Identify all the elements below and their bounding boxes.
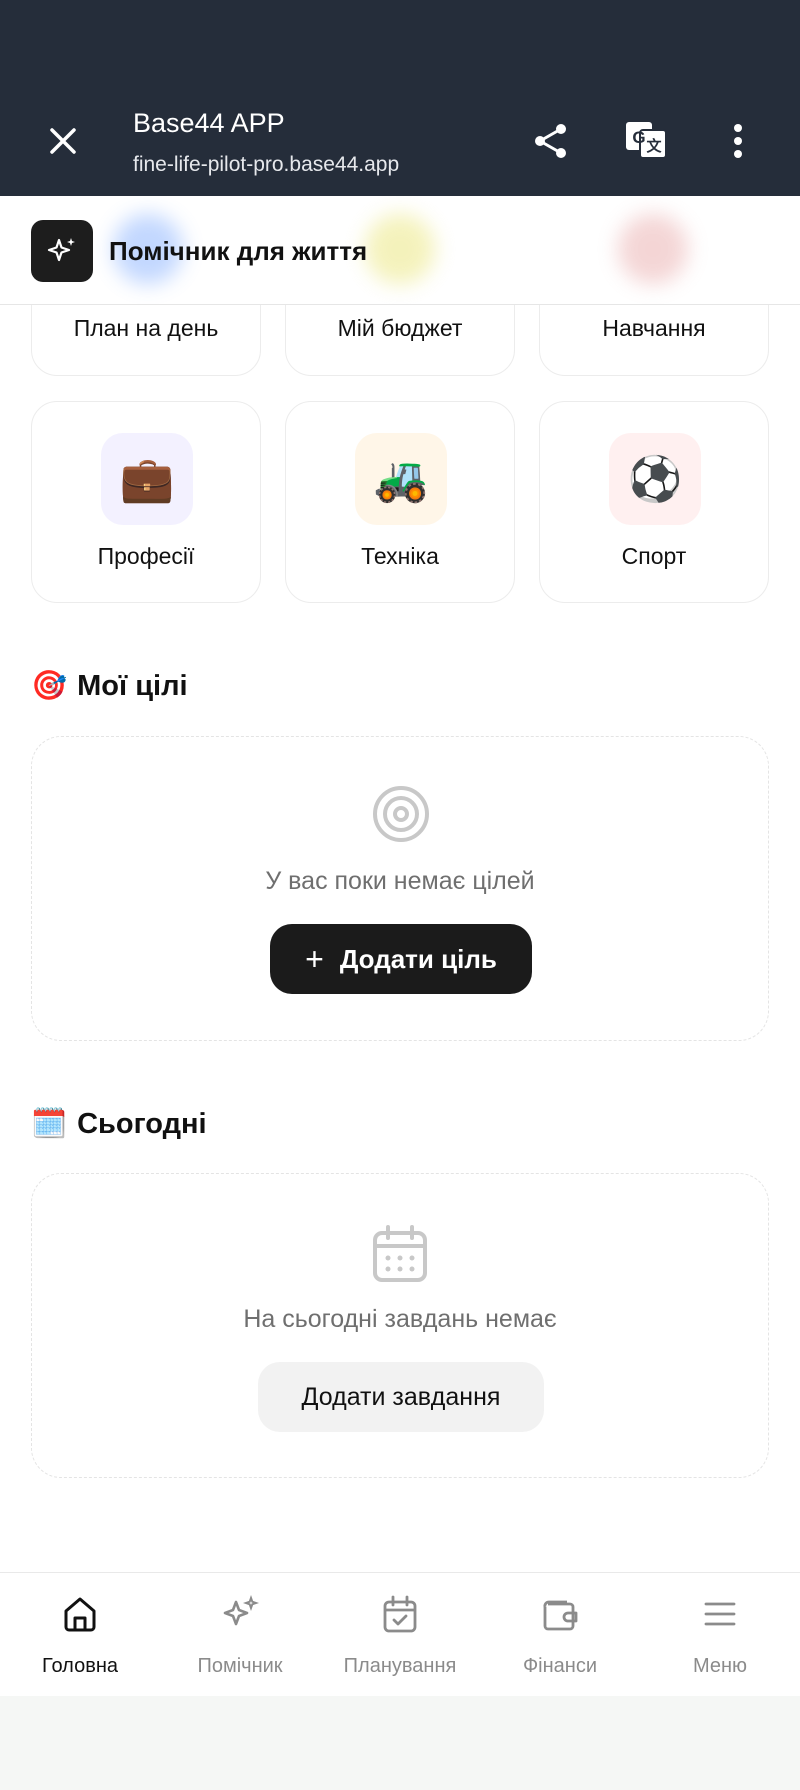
browser-title: Base44 APP (133, 108, 285, 138)
scrolled-card-ghost (618, 214, 688, 284)
today-empty-card: На сьогодні завдань немає Додати завданн… (31, 1173, 769, 1478)
goals-empty-card: У вас поки немає цілей + Додати ціль (31, 736, 769, 1041)
browser-url: fine-life-pilot-pro.base44.app (133, 153, 400, 176)
sparkles-icon (219, 1593, 261, 1635)
category-label: Спорт (621, 543, 687, 569)
category-card-sport[interactable]: ⚽ Спорт (539, 401, 769, 603)
browser-toolbar: Base44 APP fine-life-pilot-pro.base44.ap… (0, 0, 800, 196)
svg-text:文: 文 (646, 137, 662, 155)
translate-icon: G 文 (626, 122, 667, 159)
nav-item-planning[interactable]: Планування (320, 1573, 480, 1697)
home-icon (59, 1593, 101, 1635)
nav-label: Головна (42, 1655, 118, 1677)
briefcase-icon: 💼 (101, 433, 193, 525)
nav-item-home[interactable]: Головна (0, 1573, 160, 1697)
calendar-check-icon (379, 1593, 421, 1635)
soccer-ball-icon: ⚽ (609, 433, 701, 525)
category-card-machinery[interactable]: 🚜 Техніка (285, 401, 515, 603)
share-icon (535, 124, 566, 158)
app-title: Помічник для життя (109, 236, 368, 266)
today-title: Сьогодні (77, 1107, 207, 1140)
nav-item-finance[interactable]: Фінанси (480, 1573, 640, 1697)
bottom-navigation: Головна Помічник Планування Фінанси Меню (0, 1572, 800, 1696)
close-icon (50, 128, 76, 154)
system-gesture-area (0, 1696, 800, 1790)
add-goal-button[interactable]: + Додати ціль (270, 924, 532, 994)
close-button[interactable] (40, 118, 86, 164)
nav-label: Планування (343, 1655, 457, 1677)
target-emoji-icon: 🎯 (31, 670, 68, 702)
goals-empty-text: У вас поки немає цілей (265, 867, 535, 895)
category-label: Мій бюджет (337, 315, 463, 341)
scrolled-card-ghost (365, 214, 435, 284)
today-section-title: 🗓️ Сьогодні (31, 1107, 207, 1141)
goals-section-title: 🎯 Мої цілі (31, 669, 188, 703)
target-icon (373, 786, 429, 842)
sparkles-icon (47, 238, 75, 262)
app-header: Помічник для життя (0, 196, 800, 305)
nav-label: Фінанси (522, 1655, 598, 1677)
calendar-emoji-icon: 🗓️ (31, 1108, 68, 1140)
more-vertical-icon (734, 124, 742, 158)
category-label: План на день (73, 315, 219, 341)
category-label: Професії (97, 543, 195, 569)
nav-label: Помічник (197, 1655, 283, 1677)
category-card-professions[interactable]: 💼 Професії (31, 401, 261, 603)
menu-icon (699, 1593, 741, 1635)
goals-title: Мої цілі (77, 669, 188, 702)
svg-text:G: G (632, 128, 645, 147)
nav-item-assistant[interactable]: Помічник (160, 1573, 320, 1697)
add-goal-label: Додати ціль (339, 943, 497, 974)
app-logo[interactable] (31, 220, 93, 282)
translate-button[interactable]: G 文 (622, 116, 670, 164)
calendar-icon (373, 1225, 427, 1282)
today-empty-text: На сьогодні завдань немає (243, 1305, 557, 1333)
nav-label: Меню (692, 1655, 748, 1677)
wallet-icon (539, 1593, 581, 1635)
more-options-button[interactable] (718, 118, 758, 164)
tractor-icon: 🚜 (355, 433, 447, 525)
nav-item-menu[interactable]: Меню (640, 1573, 800, 1697)
add-task-button[interactable]: Додати завдання (258, 1362, 544, 1432)
share-button[interactable] (528, 118, 574, 164)
plus-icon: + (305, 940, 324, 977)
category-label: Техніка (361, 543, 439, 569)
category-label: Навчання (602, 315, 706, 341)
